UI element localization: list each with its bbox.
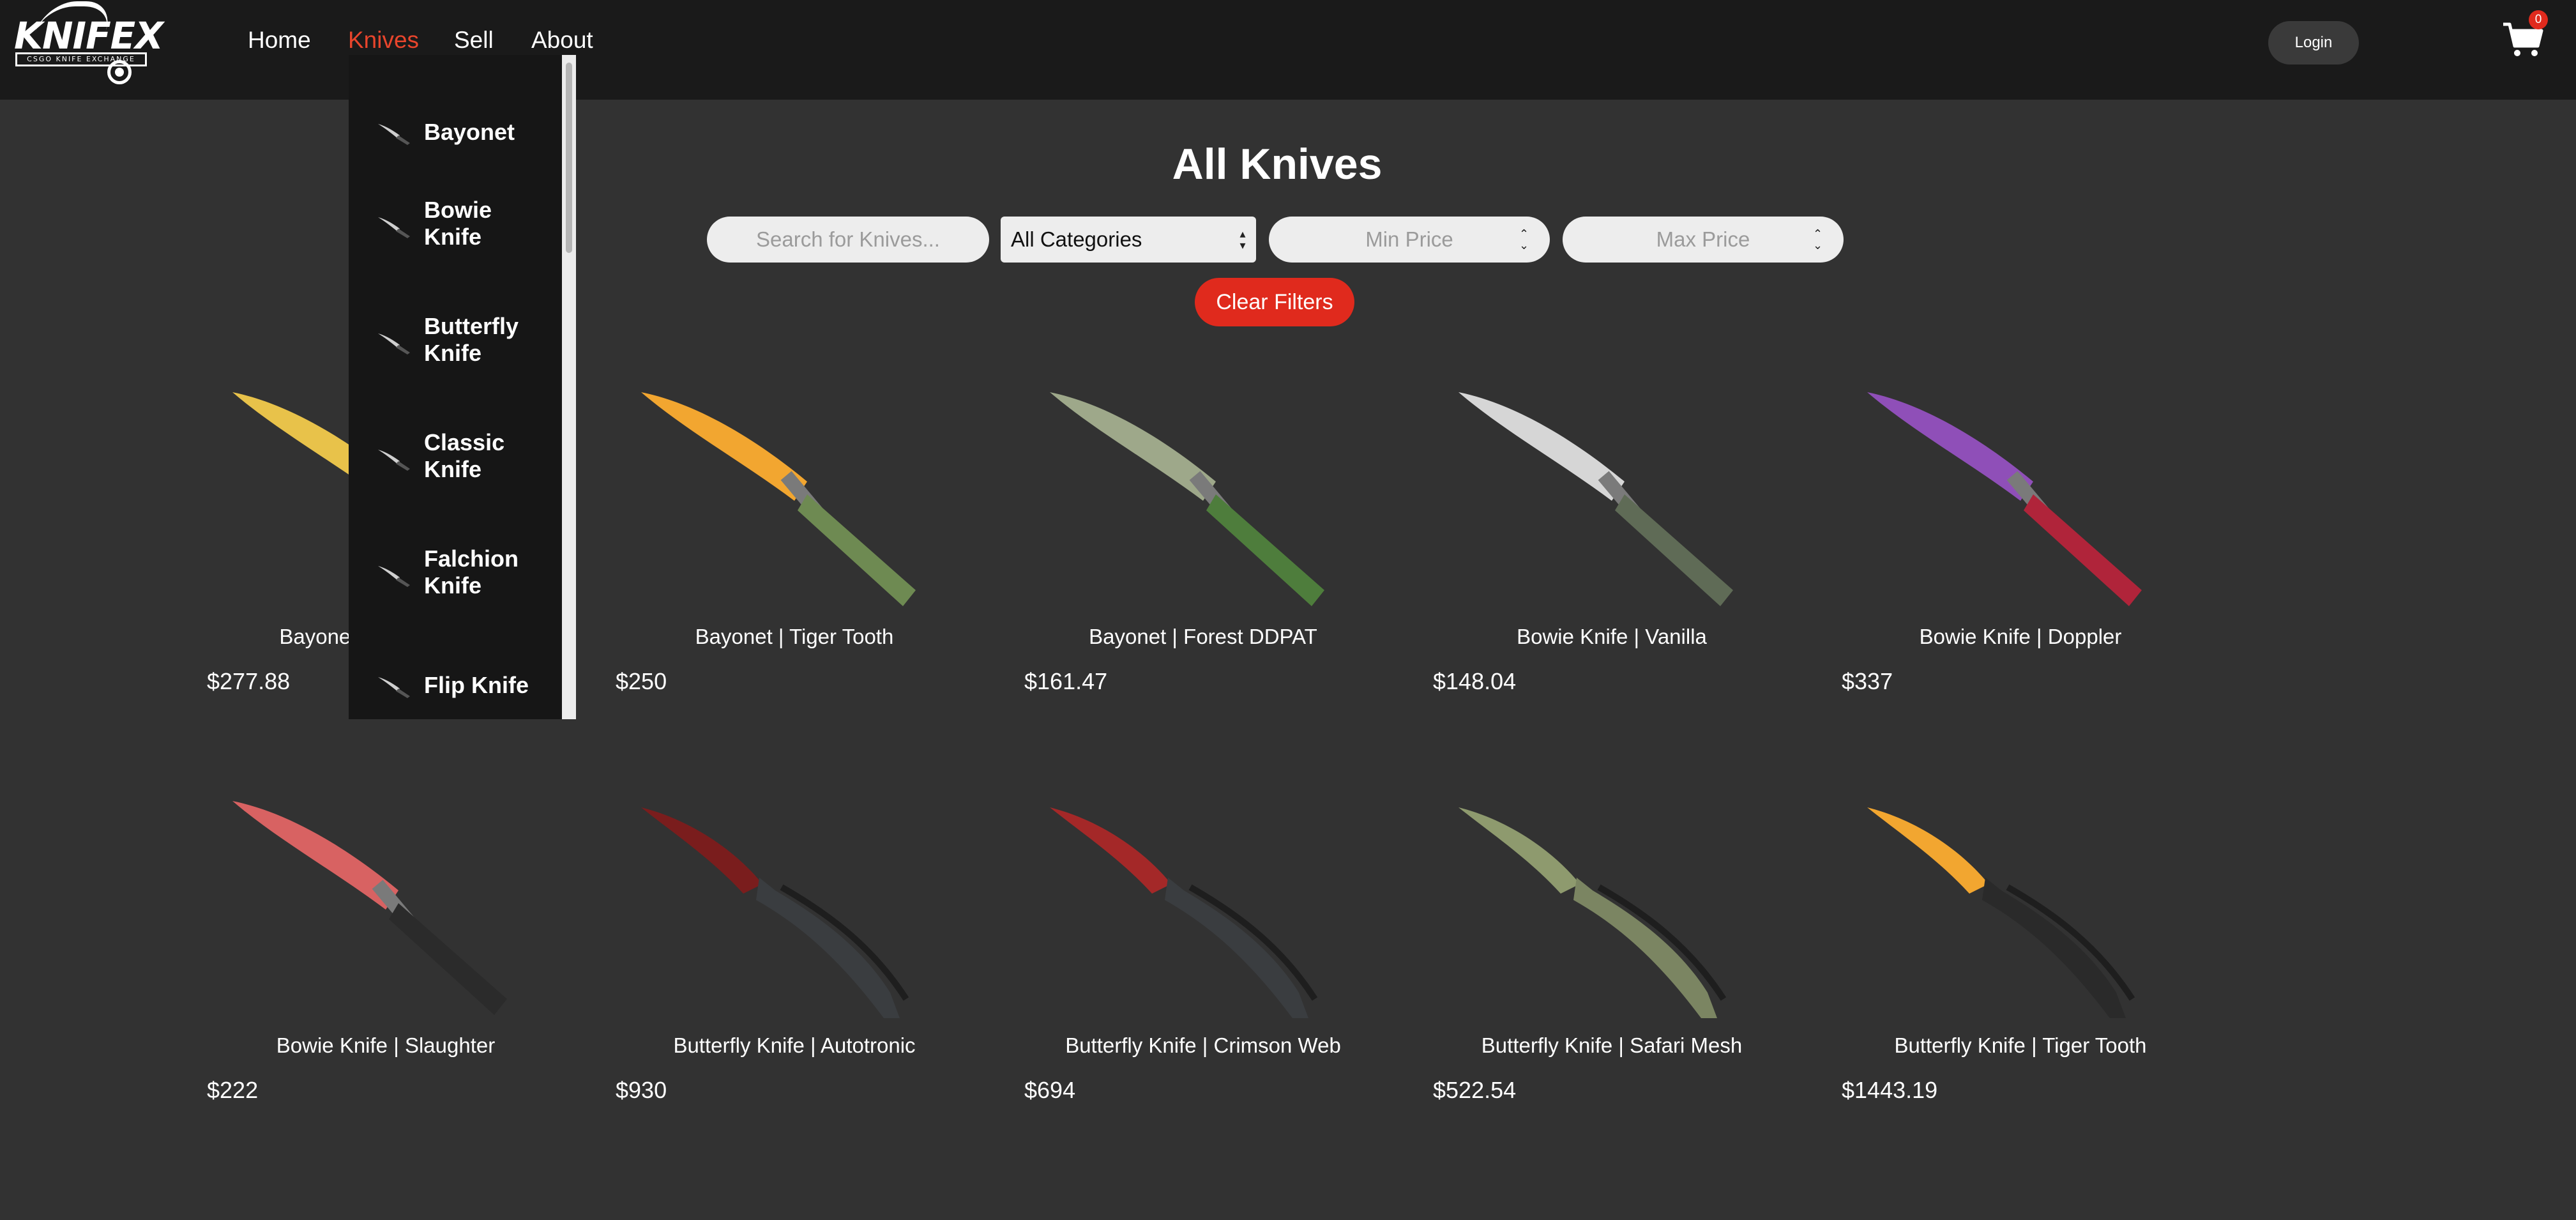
- knife-thumbnail-icon: [378, 217, 410, 238]
- dropdown-item-label: Butterfly Knife: [424, 313, 519, 366]
- knife-image: [1867, 392, 2142, 606]
- knife-image: [1458, 392, 1733, 606]
- product-price: $148.04: [1433, 668, 1517, 694]
- search-input[interactable]: [707, 217, 989, 263]
- category-select[interactable]: All Categories ▴ ▾: [1001, 217, 1256, 263]
- nav-home[interactable]: Home: [248, 27, 311, 54]
- product-card[interactable]: Bowie Knife | Doppler $337: [1842, 373, 2225, 731]
- knife-thumbnail-icon: [378, 677, 410, 698]
- product-card[interactable]: Butterfly Knife | Autotronic $930: [616, 782, 999, 1140]
- max-price-stepper-icon[interactable]: ⌃ ⌄: [1813, 228, 1822, 251]
- product-name[interactable]: Bayonet | Forest DDPAT: [1024, 625, 1382, 649]
- product-price: $694: [1024, 1077, 1076, 1103]
- product-name[interactable]: Butterfly Knife | Safari Mesh: [1433, 1033, 1791, 1058]
- product-card[interactable]: Bayonet | Tiger Tooth $250: [616, 373, 999, 731]
- knife-image: [1458, 807, 1727, 1018]
- login-button[interactable]: Login: [2268, 21, 2359, 65]
- logo-ring-icon: [107, 60, 132, 84]
- product-price: $222: [207, 1077, 259, 1103]
- knife-image: [232, 801, 507, 1015]
- product-name[interactable]: Butterfly Knife | Crimson Web: [1024, 1033, 1382, 1058]
- logo-text: KNIFEX: [14, 14, 163, 57]
- dropdown-item-label: Bowie Knife: [424, 197, 492, 250]
- product-card[interactable]: Bayonet | Forest DDPAT $161.47: [1024, 373, 1407, 731]
- knife-image: [641, 392, 916, 606]
- nav-about[interactable]: About: [531, 27, 593, 54]
- category-select-value: All Categories: [1011, 227, 1142, 251]
- product-name[interactable]: Bowie Knife | Doppler: [1842, 625, 2199, 649]
- knife-thumbnail-icon: [378, 566, 410, 587]
- knife-thumbnail-icon: [378, 450, 410, 471]
- knife-image: [1050, 807, 1318, 1018]
- max-price-input[interactable]: Max Price ⌃ ⌄: [1563, 217, 1844, 263]
- nav-sell[interactable]: Sell: [454, 27, 494, 54]
- product-price: $1443.19: [1842, 1077, 1938, 1103]
- knifex-logo[interactable]: KNIFEX CSGO KNIFE EXCHANGE: [11, 1, 163, 84]
- product-card[interactable]: Butterfly Knife | Crimson Web $694: [1024, 782, 1407, 1140]
- dropdown-scrollbar[interactable]: [562, 55, 576, 719]
- dropdown-item-label: Flip Knife: [424, 672, 529, 698]
- clear-filters-button[interactable]: Clear Filters: [1195, 278, 1354, 326]
- min-price-stepper-icon[interactable]: ⌃ ⌄: [1519, 228, 1529, 251]
- nav-knives[interactable]: Knives: [348, 27, 419, 54]
- product-price: $522.54: [1433, 1077, 1517, 1103]
- min-price-input[interactable]: Min Price ⌃ ⌄: [1269, 217, 1550, 263]
- product-card[interactable]: Butterfly Knife | Safari Mesh $522.54: [1433, 782, 1816, 1140]
- knife-image: [641, 807, 909, 1018]
- dropdown-scrollbar-thumb[interactable]: [566, 63, 572, 253]
- product-name[interactable]: Bayonet | Tiger Tooth: [616, 625, 973, 649]
- knife-image: [1867, 807, 2135, 1018]
- product-price: $337: [1842, 668, 1893, 694]
- product-price: $250: [616, 668, 667, 694]
- knife-image: [1050, 392, 1324, 606]
- product-name[interactable]: Butterfly Knife | Tiger Tooth: [1842, 1033, 2199, 1058]
- min-price-placeholder: Min Price: [1365, 227, 1453, 251]
- product-price: $161.47: [1024, 668, 1108, 694]
- product-name[interactable]: Butterfly Knife | Autotronic: [616, 1033, 973, 1058]
- dropdown-item-label: Bayonet: [424, 119, 515, 145]
- dropdown-item-label: Classic Knife: [424, 429, 505, 482]
- max-price-placeholder: Max Price: [1656, 227, 1750, 251]
- product-card[interactable]: Bowie Knife | Slaughter $222: [207, 782, 590, 1140]
- select-arrows-icon: ▴ ▾: [1239, 227, 1246, 252]
- product-card[interactable]: Butterfly Knife | Tiger Tooth $1443.19: [1842, 782, 2225, 1140]
- cart-count-badge: 0: [2529, 10, 2548, 29]
- product-name[interactable]: Bowie Knife | Vanilla: [1433, 625, 1791, 649]
- product-name[interactable]: Bowie Knife | Slaughter: [207, 1033, 564, 1058]
- knife-thumbnail-icon: [378, 333, 410, 355]
- product-price: $930: [616, 1077, 667, 1103]
- dropdown-item-label: Falchion Knife: [424, 545, 519, 599]
- product-card[interactable]: Bowie Knife | Vanilla $148.04: [1433, 373, 1816, 731]
- knives-dropdown-menu: Bayonet Bowie Knife Butterfly Knife Clas…: [349, 55, 576, 719]
- product-price: $277.88: [207, 668, 291, 694]
- knife-thumbnail-icon: [378, 124, 410, 145]
